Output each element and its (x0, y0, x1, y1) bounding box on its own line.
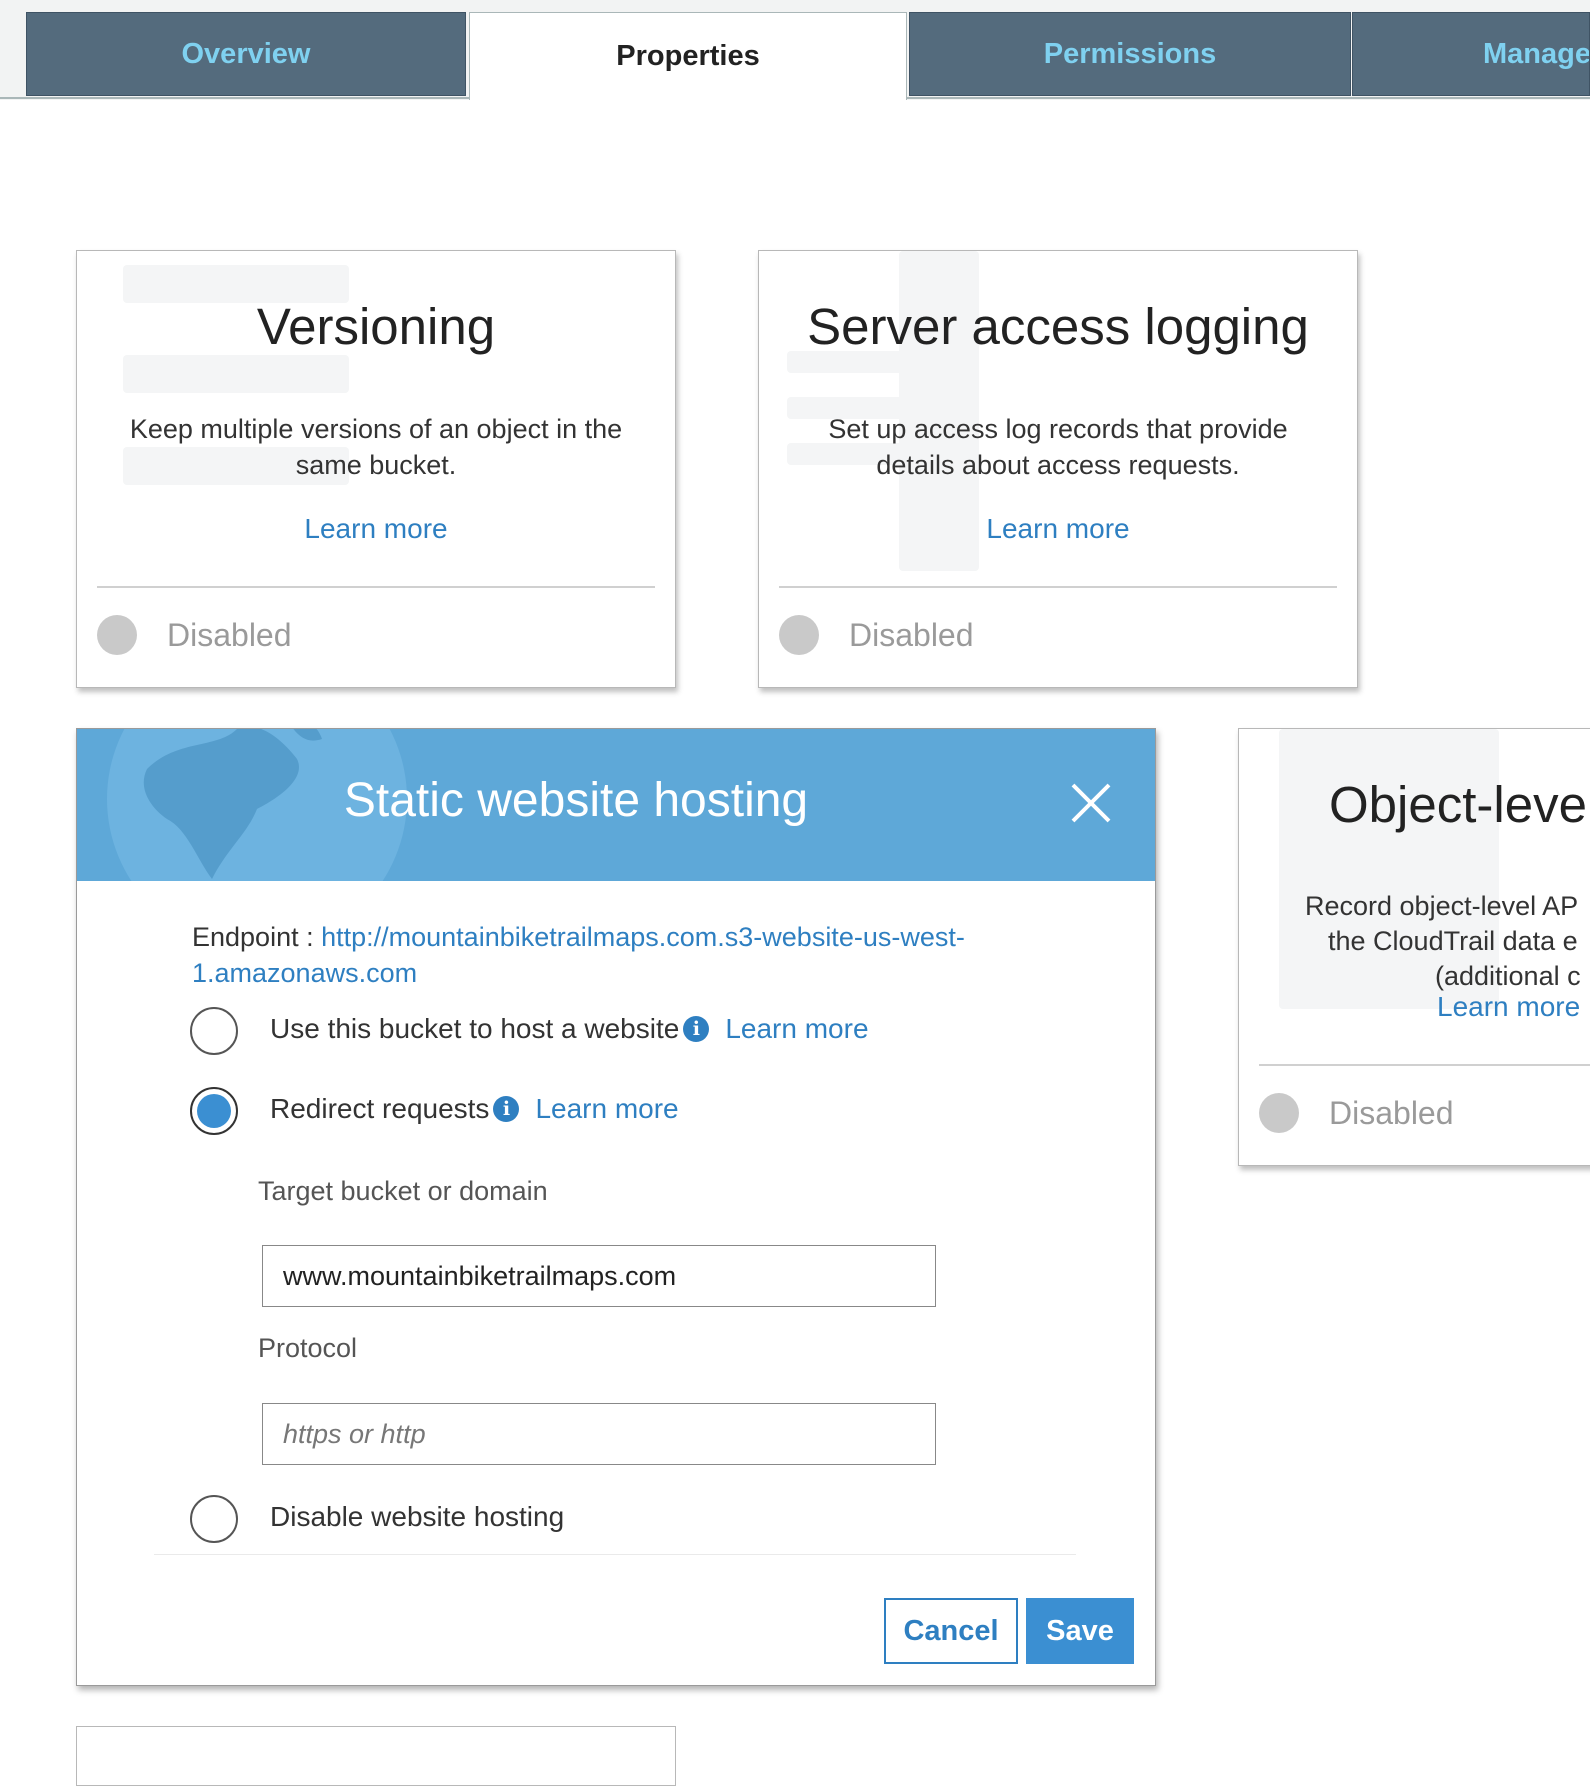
close-icon[interactable] (1067, 779, 1115, 827)
disable-hosting-option: Disable website hosting (270, 1501, 564, 1533)
status-text: Disabled (167, 617, 292, 653)
redirect-requests-radio[interactable] (190, 1087, 238, 1135)
next-property-card[interactable] (76, 1726, 676, 1786)
card-description-line: the CloudTrail data e (1328, 926, 1578, 956)
card-description-line: (additional c (1435, 961, 1581, 991)
status-text: Disabled (1329, 1095, 1454, 1131)
static-website-hosting-panel: Static website hosting Endpoint : http:/… (76, 728, 1156, 1686)
protocol-label: Protocol (258, 1333, 358, 1363)
disable-hosting-radio[interactable] (190, 1495, 238, 1543)
status-indicator-icon (1259, 1093, 1299, 1133)
status-indicator-icon (97, 615, 137, 655)
card-divider (779, 586, 1337, 588)
server-access-logging-card[interactable]: Server access logging Set up access log … (758, 250, 1358, 688)
versioning-card[interactable]: Versioning Keep multiple versions of an … (76, 250, 676, 688)
card-divider (1259, 1064, 1590, 1066)
info-icon[interactable]: i (683, 1016, 710, 1042)
target-bucket-input[interactable] (262, 1245, 936, 1307)
redirect-requests-label: Redirect requests (270, 1093, 490, 1124)
tab-properties[interactable]: Properties (469, 12, 907, 100)
status-text: Disabled (849, 617, 974, 653)
redirect-requests-option: Redirect requests i Learn more (270, 1093, 679, 1125)
learn-more-link[interactable]: Learn more (1437, 991, 1580, 1023)
tab-permissions-label: Permissions (1043, 37, 1217, 70)
tab-properties-label: Properties (616, 40, 760, 72)
card-title: Server access logging (807, 298, 1309, 355)
panel-divider (154, 1554, 1076, 1555)
card-description: Set up access log records that provide d… (828, 414, 1288, 480)
endpoint-label: Endpoint : (192, 922, 322, 952)
host-website-radio[interactable] (190, 1007, 238, 1055)
tab-permissions[interactable]: Permissions (909, 12, 1351, 96)
cancel-button[interactable]: Cancel (884, 1598, 1018, 1664)
tab-management-label: Manage (1483, 37, 1590, 70)
save-button[interactable]: Save (1026, 1598, 1134, 1664)
card-title: Versioning (256, 298, 496, 355)
learn-more-link[interactable]: Learn more (77, 513, 675, 545)
learn-more-link[interactable]: Learn more (535, 1093, 678, 1125)
endpoint-row: Endpoint : http://mountainbiketrailmaps.… (192, 919, 1052, 991)
card-description-line: Record object-level AP (1305, 891, 1579, 921)
learn-more-link[interactable]: Learn more (759, 513, 1357, 545)
learn-more-link[interactable]: Learn more (725, 1013, 868, 1045)
tab-management[interactable]: Manage (1352, 12, 1590, 96)
card-divider (97, 586, 655, 588)
card-decoration (123, 355, 349, 393)
host-website-label: Use this bucket to host a website (270, 1013, 680, 1044)
card-title: Object-level (1329, 776, 1590, 833)
tab-bar: Overview Properties Permissions Manage (0, 0, 1590, 100)
tab-overview-label: Overview (181, 37, 311, 70)
card-description: Keep multiple versions of an object in t… (129, 414, 623, 480)
panel-title: Static website hosting (343, 774, 809, 827)
panel-header: Static website hosting (77, 729, 1155, 881)
disable-hosting-label: Disable website hosting (270, 1501, 565, 1532)
info-icon[interactable]: i (493, 1096, 520, 1122)
target-bucket-label: Target bucket or domain (258, 1176, 548, 1206)
tab-overview[interactable]: Overview (26, 12, 466, 96)
protocol-input[interactable] (262, 1403, 936, 1465)
host-website-option: Use this bucket to host a website i Lear… (270, 1013, 869, 1045)
object-level-logging-card[interactable]: Object-level Record object-level AP the … (1238, 728, 1590, 1166)
status-indicator-icon (779, 615, 819, 655)
